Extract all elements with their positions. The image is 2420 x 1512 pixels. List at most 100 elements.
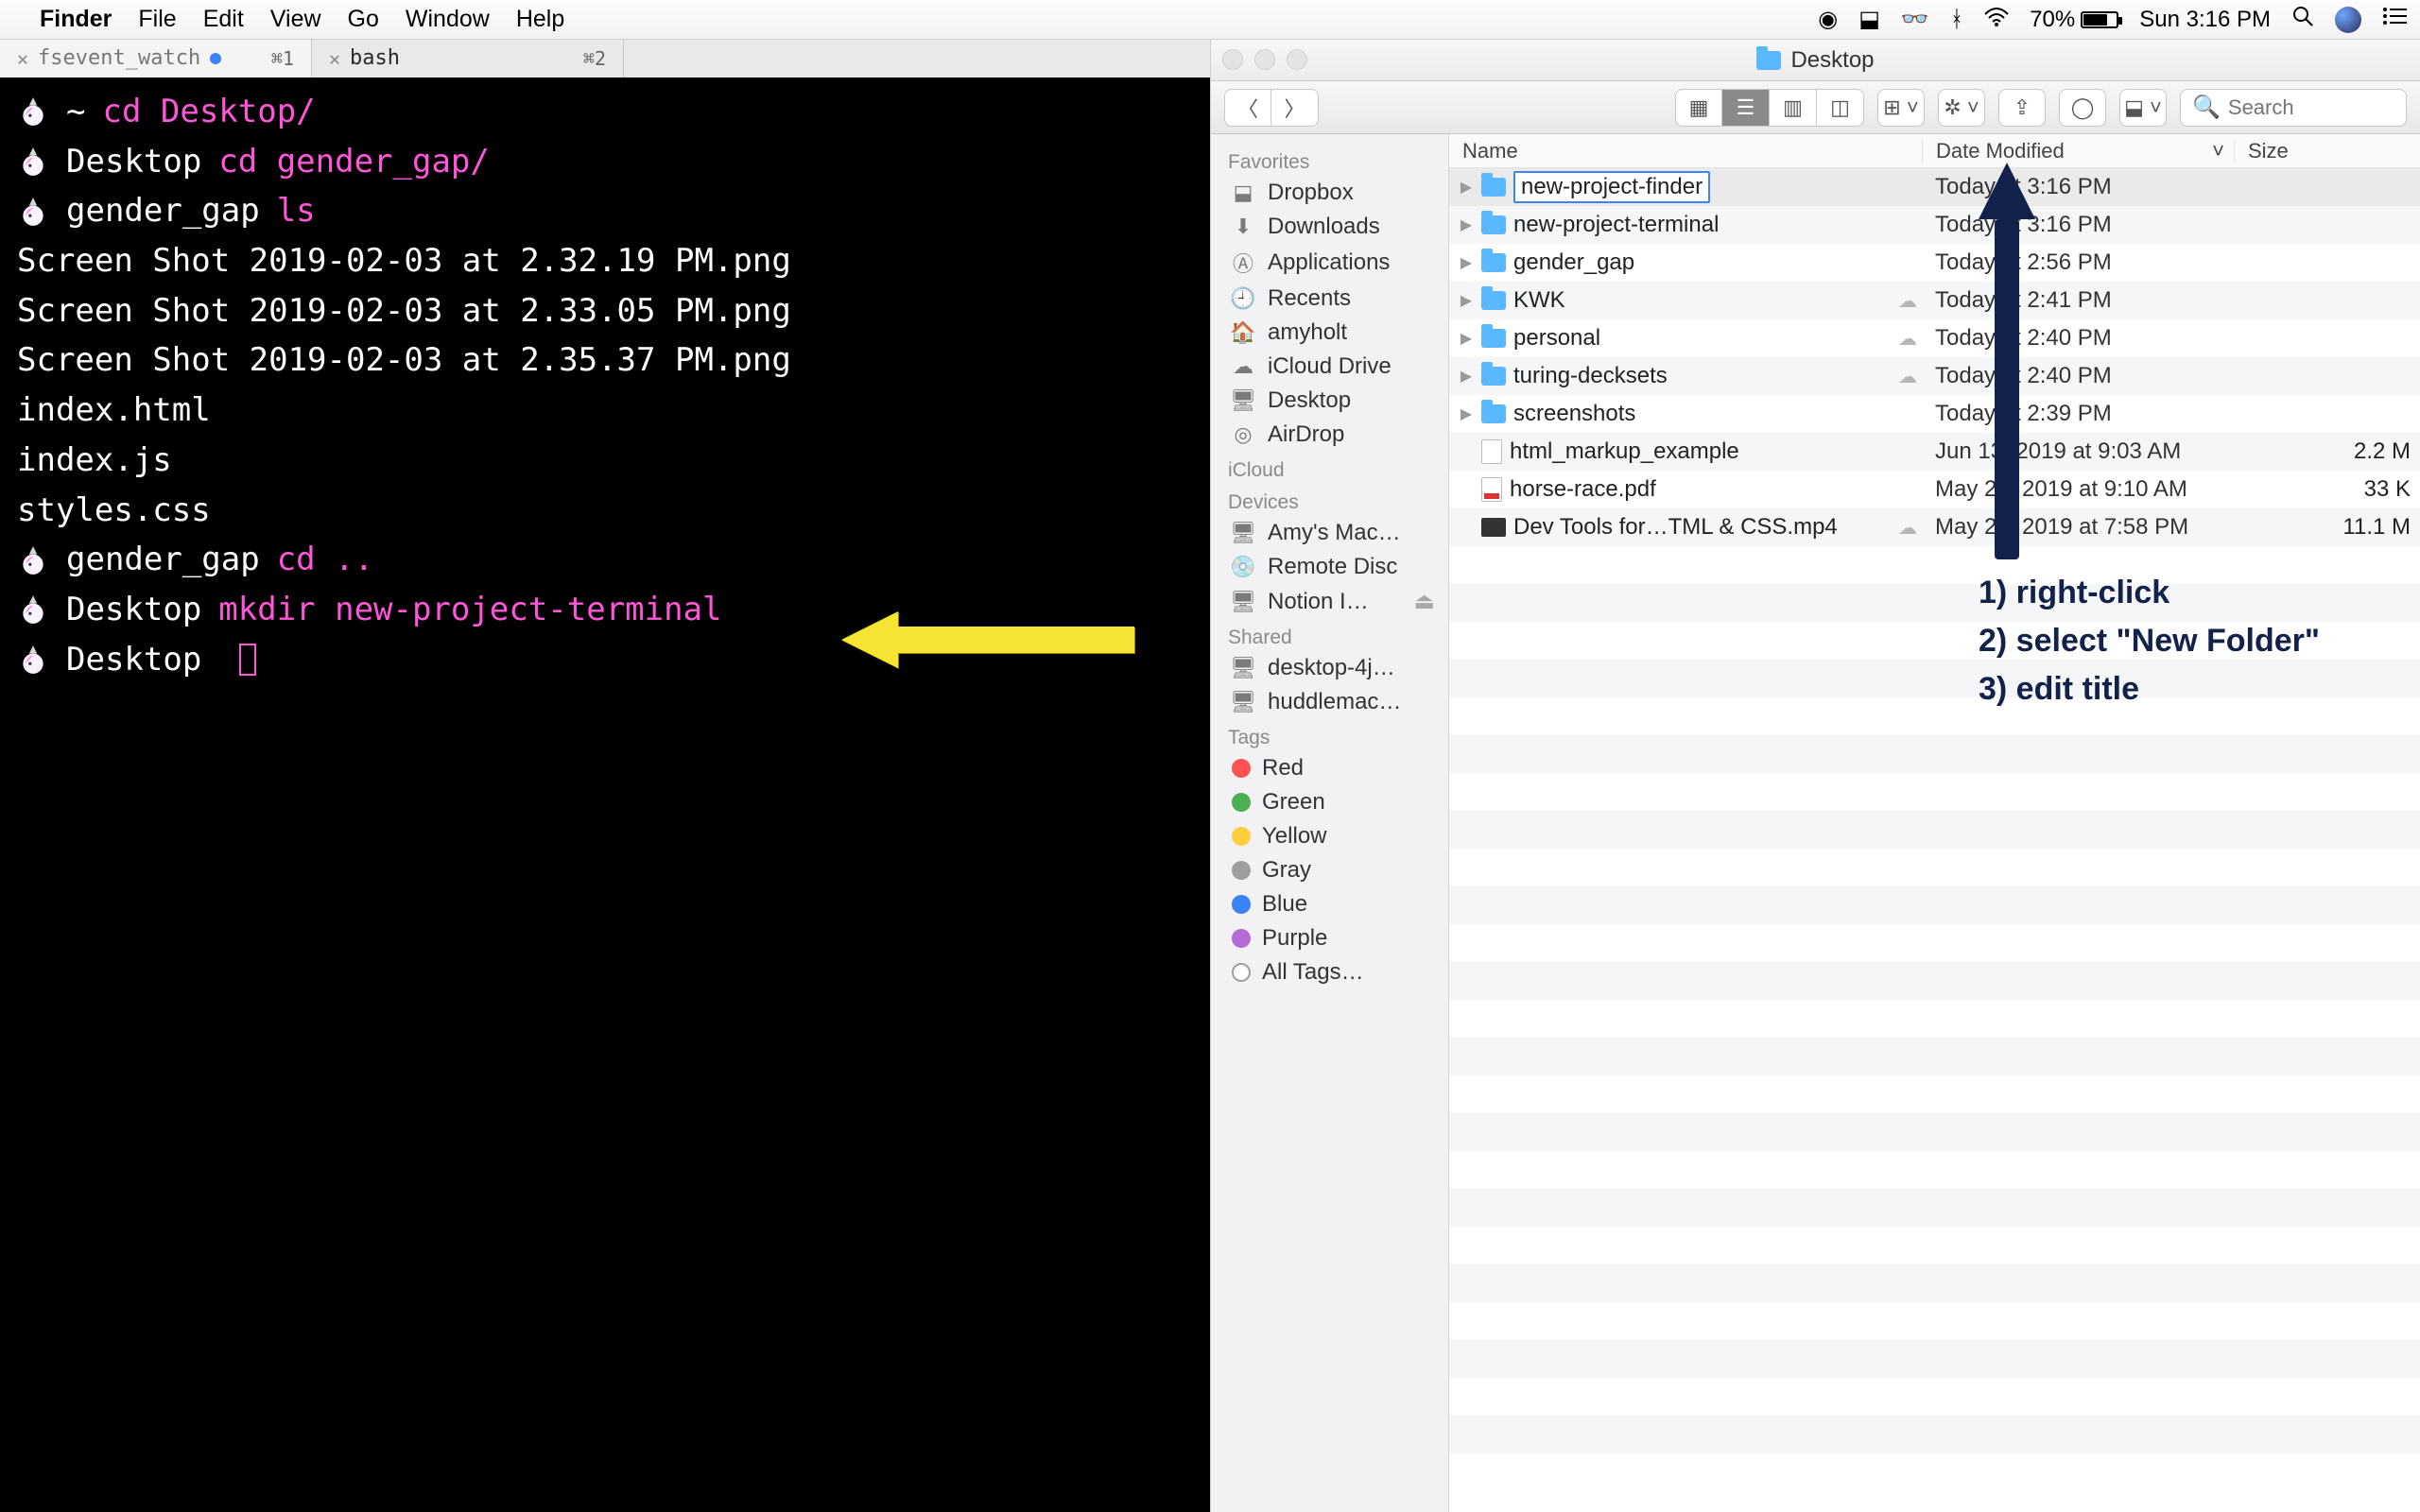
disclosure-triangle-icon[interactable]: ▶: [1459, 329, 1474, 348]
col-size[interactable]: Size: [2234, 139, 2420, 163]
sidebar-item-downloads[interactable]: ⬇︎Downloads: [1211, 210, 1448, 244]
empty-row: [1449, 1264, 2420, 1302]
battery-status[interactable]: 70%: [2030, 7, 2118, 33]
close-icon[interactable]: ✕: [329, 44, 340, 74]
sidebar-item-amyholt[interactable]: 🏠amyholt: [1211, 316, 1448, 350]
col-name[interactable]: Name: [1449, 139, 1922, 163]
disclosure-triangle-icon[interactable]: ▶: [1459, 178, 1474, 197]
tab-title: fsevent_watch: [38, 43, 200, 75]
search-input[interactable]: [2228, 95, 2394, 120]
tag-label: All Tags…: [1262, 959, 1364, 986]
group-by-button[interactable]: ⊞ ˅: [1877, 89, 1925, 127]
sidebar-heading-tags: Tags: [1211, 719, 1448, 751]
disclosure-triangle-icon[interactable]: ▶: [1459, 404, 1474, 423]
sidebar-tag-gray[interactable]: Gray: [1211, 853, 1448, 887]
disclosure-triangle-icon[interactable]: ▶: [1459, 253, 1474, 272]
app-name[interactable]: Finder: [40, 6, 112, 33]
sidebar-device[interactable]: 🖥Notion I…⏏: [1211, 584, 1448, 619]
bluetooth-icon[interactable]: ᚼ: [1950, 7, 1963, 33]
terminal-body[interactable]: ~ cd Desktop/ Desktop cd gender_gap/ gen…: [0, 77, 1210, 684]
pdf-icon: [1481, 477, 1502, 502]
menu-go[interactable]: Go: [348, 6, 379, 33]
sidebar-tag-green[interactable]: Green: [1211, 785, 1448, 819]
file-row[interactable]: html_markup_example Jun 13, 2019 at 9:03…: [1449, 433, 2420, 471]
view-columns-button[interactable]: ▥: [1770, 89, 1817, 127]
view-list-button[interactable]: ☰: [1722, 89, 1770, 127]
sidebar-item-desktop[interactable]: 🖥Desktop: [1211, 384, 1448, 418]
file-date: Today at 2:40 PM: [1922, 363, 2234, 389]
file-date: Today at 2:56 PM: [1922, 249, 2234, 276]
sidebar-item-dropbox[interactable]: ⬓Dropbox: [1211, 176, 1448, 210]
sidebar-device[interactable]: 🖥Amy's Mac…: [1211, 516, 1448, 550]
empty-row: [1449, 962, 2420, 1000]
file-row[interactable]: ▶turing-decksets☁︎ Today at 2:40 PM: [1449, 357, 2420, 395]
file-row[interactable]: ▶screenshots Today at 2:39 PM: [1449, 395, 2420, 433]
sidebar-device[interactable]: 💿Remote Disc: [1211, 550, 1448, 584]
sidebar-tag-red[interactable]: Red: [1211, 751, 1448, 785]
file-row[interactable]: ▶KWK☁︎ Today at 2:41 PM: [1449, 282, 2420, 319]
menu-view[interactable]: View: [270, 6, 321, 33]
terminal-tab-bash[interactable]: ✕ bash ⌘2: [312, 40, 624, 77]
finder-listing: Name Date Modified˅ Size ▶ new-project-fi…: [1449, 134, 2420, 1512]
file-row[interactable]: Dev Tools for…TML & CSS.mp4☁︎ May 21, 20…: [1449, 508, 2420, 546]
cloud-download-icon[interactable]: ☁︎: [1893, 327, 1922, 351]
tags-button[interactable]: ◯: [2059, 89, 2106, 127]
empty-row: [1449, 1340, 2420, 1378]
sidebar-shared[interactable]: 🖥huddlemac…: [1211, 685, 1448, 719]
sidebar-tag-all[interactable]: All Tags…: [1211, 955, 1448, 989]
share-button[interactable]: ⇪: [1998, 89, 2046, 127]
dropbox-icon[interactable]: ⬓: [1858, 6, 1880, 33]
disclosure-triangle-icon[interactable]: ▶: [1459, 215, 1474, 234]
disclosure-triangle-icon[interactable]: ▶: [1459, 367, 1474, 386]
finder-search[interactable]: 🔍: [2180, 89, 2407, 127]
sidebar-icon: 🖥: [1230, 388, 1256, 413]
cloud-download-icon[interactable]: ☁︎: [1893, 516, 1922, 540]
record-icon[interactable]: ◉: [1818, 6, 1838, 33]
siri-icon[interactable]: [2335, 7, 2361, 33]
window-title: Desktop: [1790, 47, 1874, 74]
terminal-tab-fsevent[interactable]: ✕ fsevent_watch ⌘1: [0, 40, 312, 77]
sidebar-tag-blue[interactable]: Blue: [1211, 887, 1448, 921]
menu-help[interactable]: Help: [516, 6, 564, 33]
computer-icon: 🖥: [1230, 656, 1256, 680]
disclosure-triangle-icon[interactable]: ▶: [1459, 291, 1474, 310]
sidebar-item-airdrop[interactable]: ◎AirDrop: [1211, 418, 1448, 452]
close-icon[interactable]: ✕: [17, 44, 28, 74]
wifi-icon[interactable]: [1984, 7, 2009, 33]
cloud-download-icon[interactable]: ☁︎: [1893, 365, 1922, 388]
empty-row: [1449, 1151, 2420, 1189]
sidebar-item-label: amyholt: [1268, 319, 1347, 346]
menu-file[interactable]: File: [138, 6, 176, 33]
file-row[interactable]: horse-race.pdf May 26, 2019 at 9:10 AM 3…: [1449, 471, 2420, 508]
device-icon: 💿: [1230, 555, 1256, 579]
file-date: Today at 3:16 PM: [1922, 212, 2234, 238]
sidebar-item-label: desktop-4j…: [1268, 655, 1395, 681]
sidebar-tag-yellow[interactable]: Yellow: [1211, 819, 1448, 853]
file-row[interactable]: ▶personal☁︎ Today at 2:40 PM: [1449, 319, 2420, 357]
spotlight-icon[interactable]: [2291, 5, 2314, 34]
sidebar-item-icloud drive[interactable]: ☁︎iCloud Drive: [1211, 350, 1448, 384]
sidebar-shared[interactable]: 🖥 desktop-4j…: [1211, 651, 1448, 685]
sidebar-item-applications[interactable]: ⒶApplications: [1211, 244, 1448, 282]
notification-center-icon[interactable]: [2382, 6, 2407, 33]
menu-edit[interactable]: Edit: [203, 6, 244, 33]
file-row[interactable]: ▶gender_gap Today at 2:56 PM: [1449, 244, 2420, 282]
file-row[interactable]: ▶new-project-terminal Today at 3:16 PM: [1449, 206, 2420, 244]
dropbox-button[interactable]: ⬓ ˅: [2119, 89, 2167, 127]
nav-back-button[interactable]: 〈: [1224, 89, 1271, 127]
menu-window[interactable]: Window: [406, 6, 490, 33]
file-row[interactable]: ▶new-project-finder Today at 3:16 PM: [1449, 168, 2420, 206]
window-controls[interactable]: [1222, 49, 1307, 70]
action-menu-button[interactable]: ✲ ˅: [1938, 89, 1985, 127]
col-date[interactable]: Date Modified˅: [1922, 139, 2234, 163]
view-icons-button[interactable]: ▦: [1675, 89, 1722, 127]
folder-icon: [1481, 329, 1506, 348]
glasses-icon[interactable]: 👓: [1901, 6, 1929, 33]
rename-input[interactable]: new-project-finder: [1513, 171, 1710, 203]
sidebar-item-recents[interactable]: 🕘Recents: [1211, 282, 1448, 316]
sidebar-tag-purple[interactable]: Purple: [1211, 921, 1448, 955]
clock[interactable]: Sun 3:16 PM: [2139, 7, 2271, 33]
view-gallery-button[interactable]: ◫: [1817, 89, 1864, 127]
cloud-download-icon[interactable]: ☁︎: [1893, 289, 1922, 313]
nav-forward-button[interactable]: 〉: [1271, 89, 1319, 127]
